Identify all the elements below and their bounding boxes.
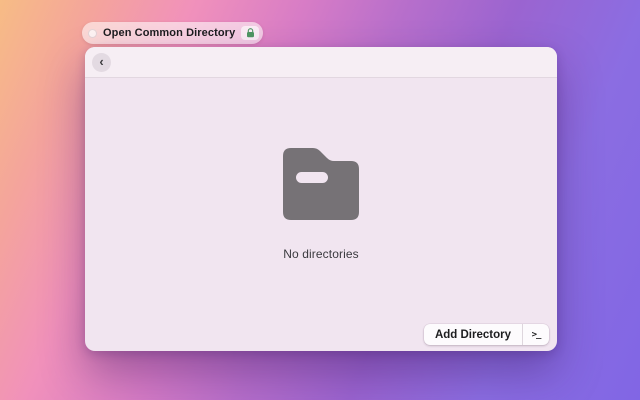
footer-button-group: Add Directory >_ (424, 324, 549, 345)
chevron-left-icon: ‹ (99, 55, 103, 68)
empty-state: No directories (283, 148, 359, 261)
directory-window: ‹ No directories Add Directory >_ (85, 47, 557, 351)
permission-pill-label: Open Common Directory (103, 27, 235, 39)
window-titlebar: ‹ (85, 47, 557, 78)
empty-state-message: No directories (283, 247, 358, 261)
add-directory-button[interactable]: Add Directory (424, 324, 522, 345)
status-dot-icon (88, 29, 97, 38)
lock-icon (246, 28, 255, 38)
terminal-prompt-icon[interactable]: >_ (523, 324, 549, 345)
permission-pill[interactable]: Open Common Directory (82, 22, 263, 44)
back-button[interactable]: ‹ (92, 53, 111, 72)
lock-badge (241, 26, 259, 40)
window-content: No directories (85, 78, 557, 351)
desktop-background: Open Common Directory ‹ (0, 0, 640, 400)
folder-icon (283, 148, 359, 225)
